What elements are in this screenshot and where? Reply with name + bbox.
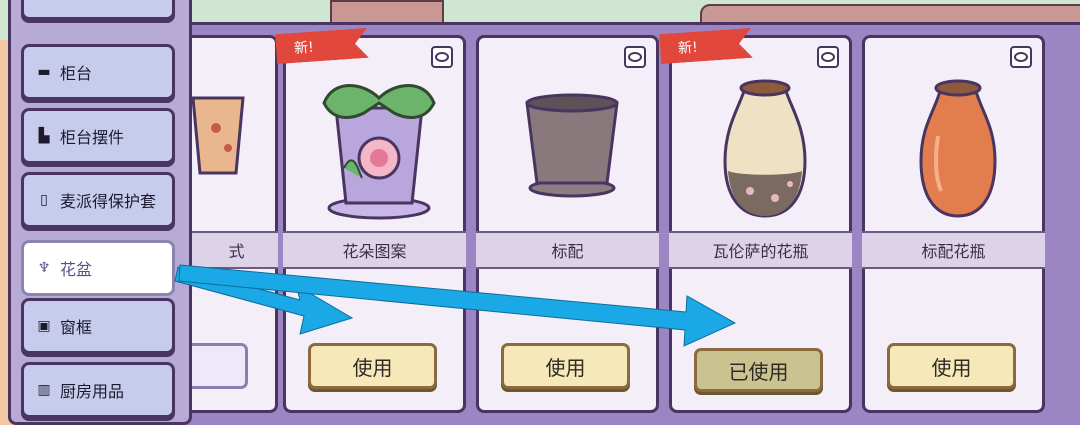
- annotation-arrows: [174, 264, 737, 347]
- arrow-to-used-card: [178, 264, 737, 347]
- game-scene: 式 5 新! 花朵图案 使用 标配 使用: [0, 0, 1080, 425]
